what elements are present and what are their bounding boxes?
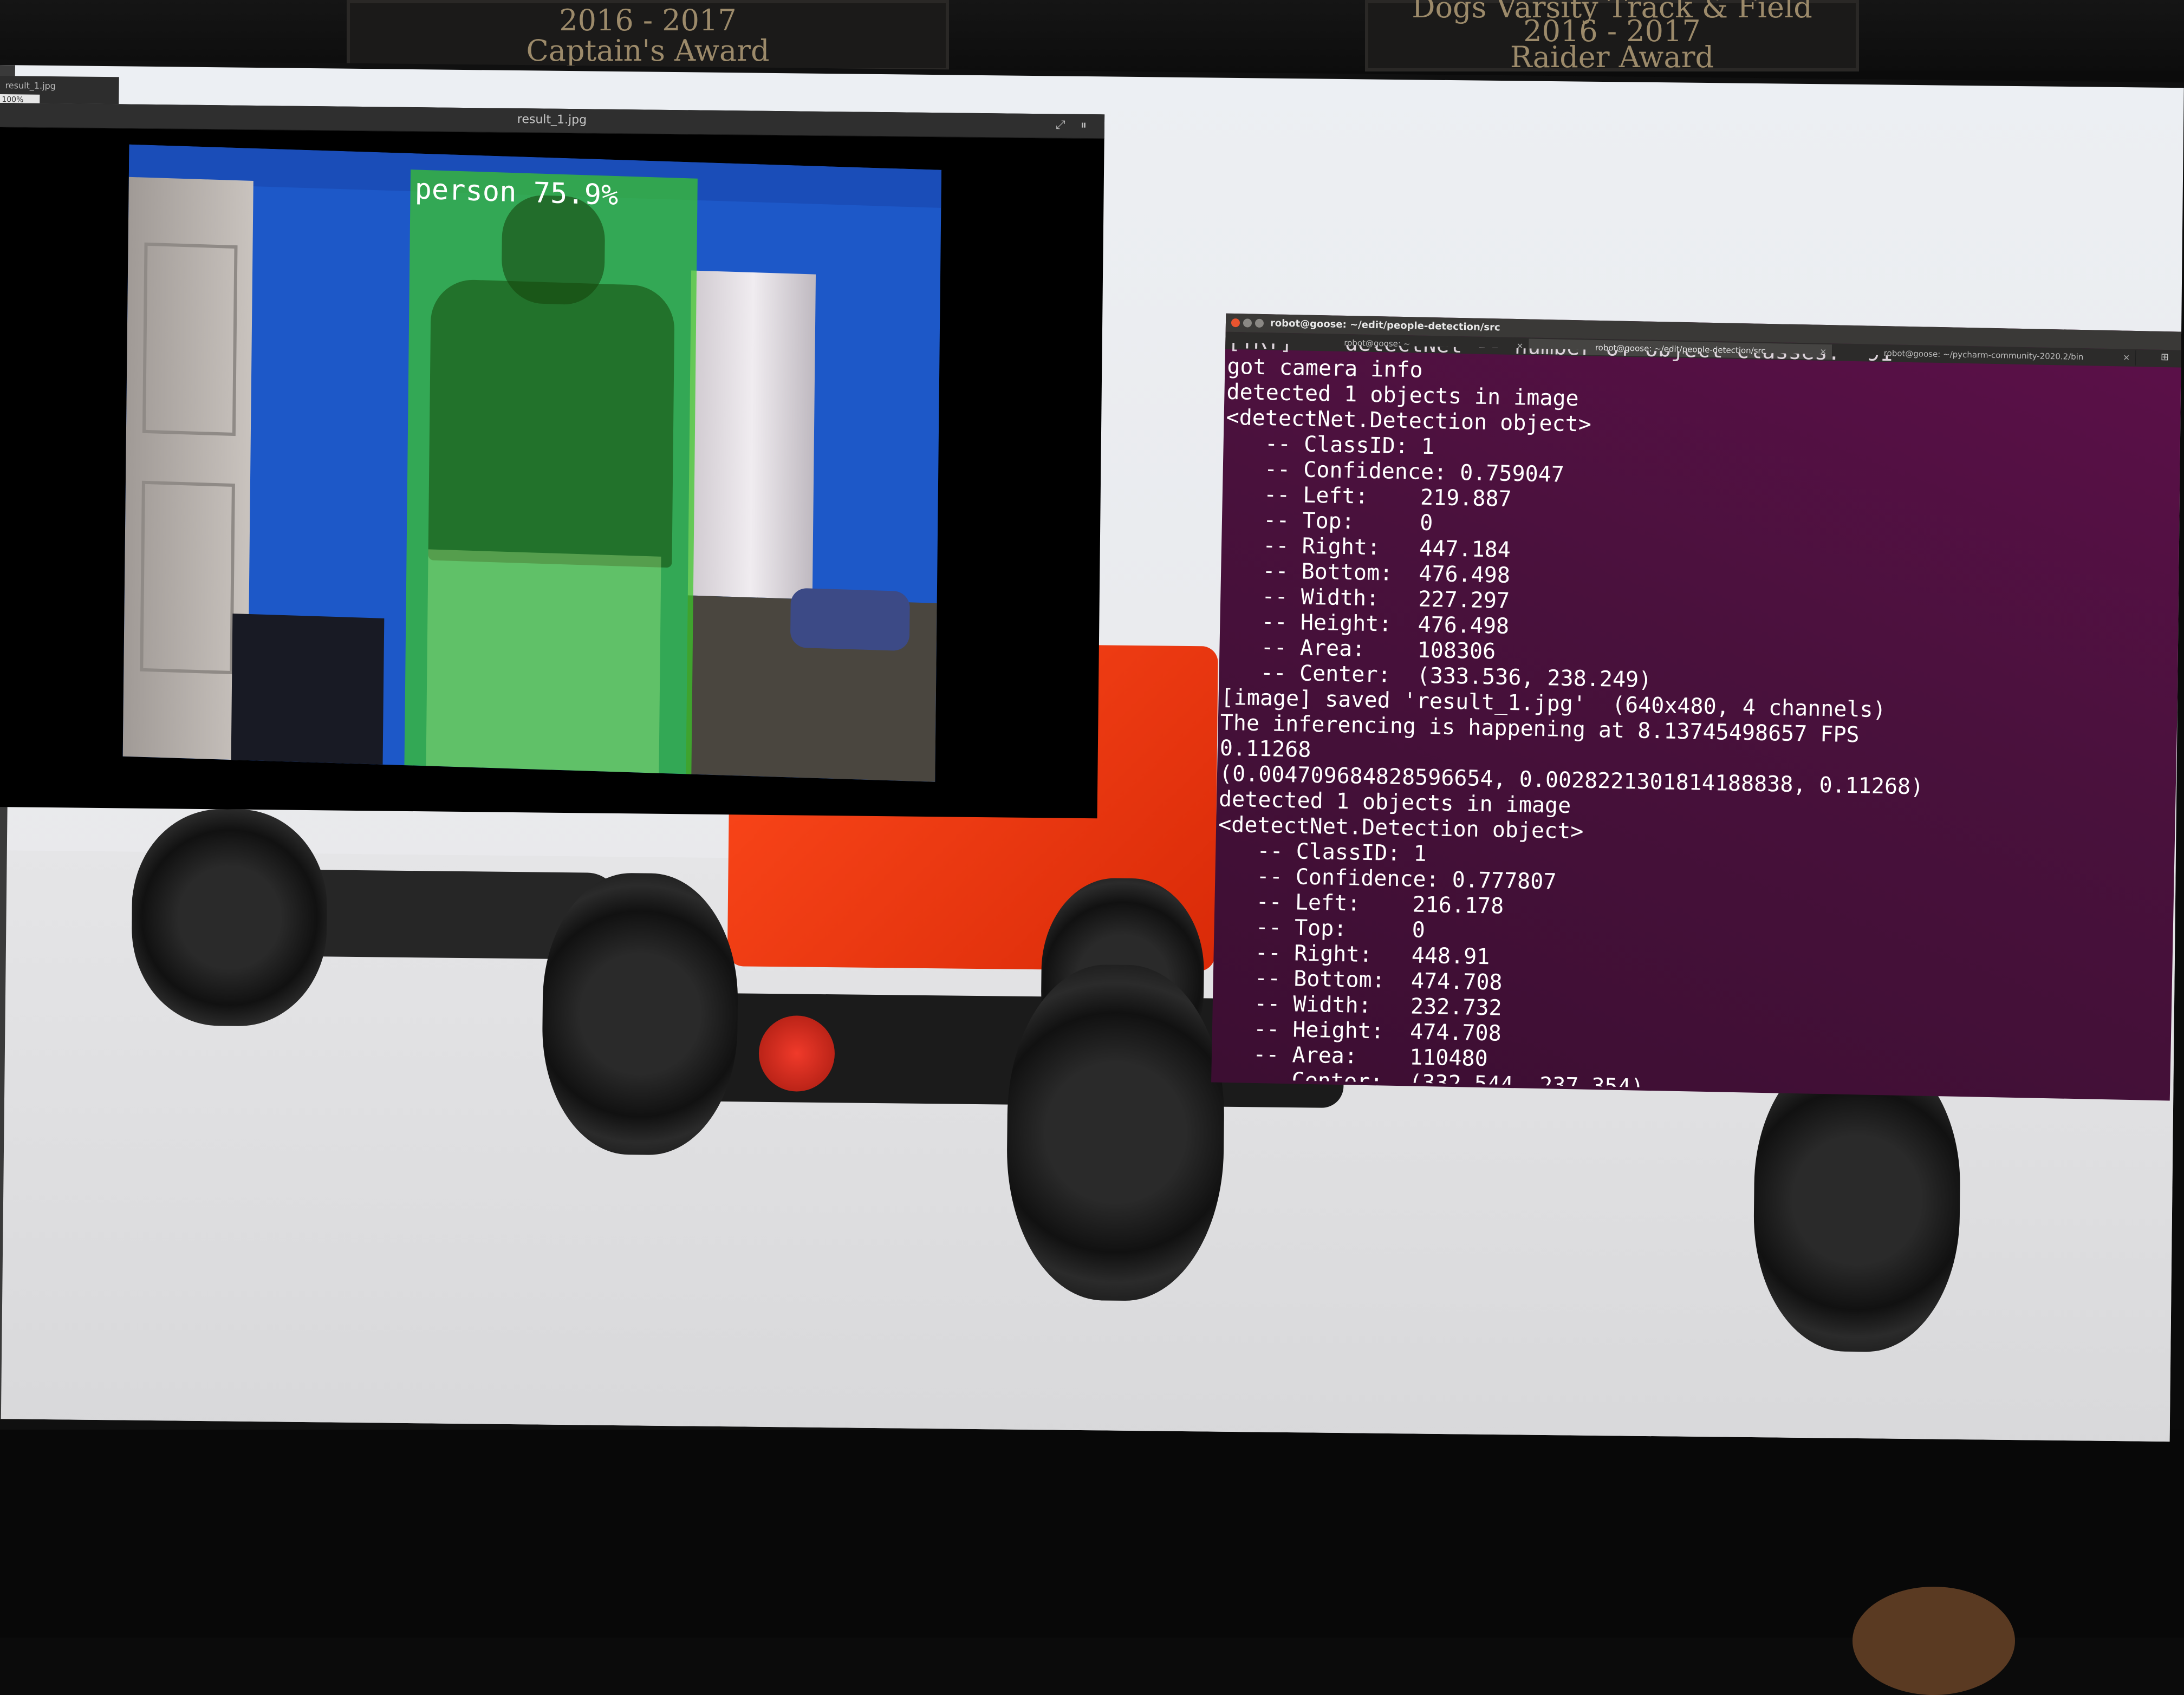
award-plaque-right: Dogs Varsity Track & Field 2016 - 2017 R…: [1365, 0, 1859, 74]
close-icon[interactable]: [1231, 318, 1240, 328]
fullscreen-icon[interactable]: ⤢: [1056, 118, 1065, 132]
pause-icon[interactable]: ⏸: [1081, 119, 1087, 132]
door-panel: [142, 242, 238, 436]
image-bag: [231, 614, 385, 765]
detection-label: person 75.9%: [414, 173, 619, 212]
minimize-icon[interactable]: [1243, 318, 1252, 328]
wallpaper-wheel: [1005, 963, 1226, 1302]
image-pillow: [790, 588, 910, 651]
image-viewer-title: result_1.jpg: [517, 113, 587, 127]
desktop-screen: result_1.jpg 100% result_1.jpg ⤢ ⏸ perso…: [0, 65, 2184, 1442]
maximize-icon[interactable]: [1254, 318, 1264, 328]
award-plaque-left: 2016 - 2017 Captain's Award: [347, 0, 949, 71]
desk-object: [1852, 1587, 2015, 1695]
person-shirt: [428, 278, 675, 568]
detection-bounding-box: person 75.9%: [404, 170, 698, 774]
wall-background: 2016 - 2017 Captain's Award Dogs Varsity…: [0, 0, 2184, 74]
plaque-left-line-1: 2016 - 2017: [559, 3, 737, 37]
terminal-title: robot@goose: ~/edit/people-detection/src: [1270, 317, 1500, 334]
wallpaper-wheel: [131, 808, 328, 1027]
file-manager-tab[interactable]: result_1.jpg: [5, 80, 56, 91]
person-shorts: [426, 549, 661, 773]
wallpaper-wheel: [541, 872, 739, 1156]
file-manager-fragment: result_1.jpg 100%: [0, 75, 119, 106]
desk-surface: [0, 1430, 2184, 1638]
detection-image: person 75.9%: [122, 144, 942, 782]
wallpaper-motor: [758, 1015, 835, 1092]
image-curtain: [687, 270, 816, 599]
plaque-right-line-3: Raider Award: [1510, 40, 1714, 74]
terminal-window: robot@goose: ~/edit/people-detection/src…: [1211, 313, 2184, 1101]
image-viewer-titlebar[interactable]: result_1.jpg ⤢ ⏸: [0, 102, 1105, 139]
plaque-left-line-2: Captain's Award: [526, 34, 770, 68]
door-panel: [140, 480, 235, 675]
image-viewer-window: result_1.jpg ⤢ ⏸ person 75.9%: [0, 102, 1105, 819]
terminal-output[interactable]: [TRT] detectNet -- number of object clas…: [1211, 343, 2184, 1098]
